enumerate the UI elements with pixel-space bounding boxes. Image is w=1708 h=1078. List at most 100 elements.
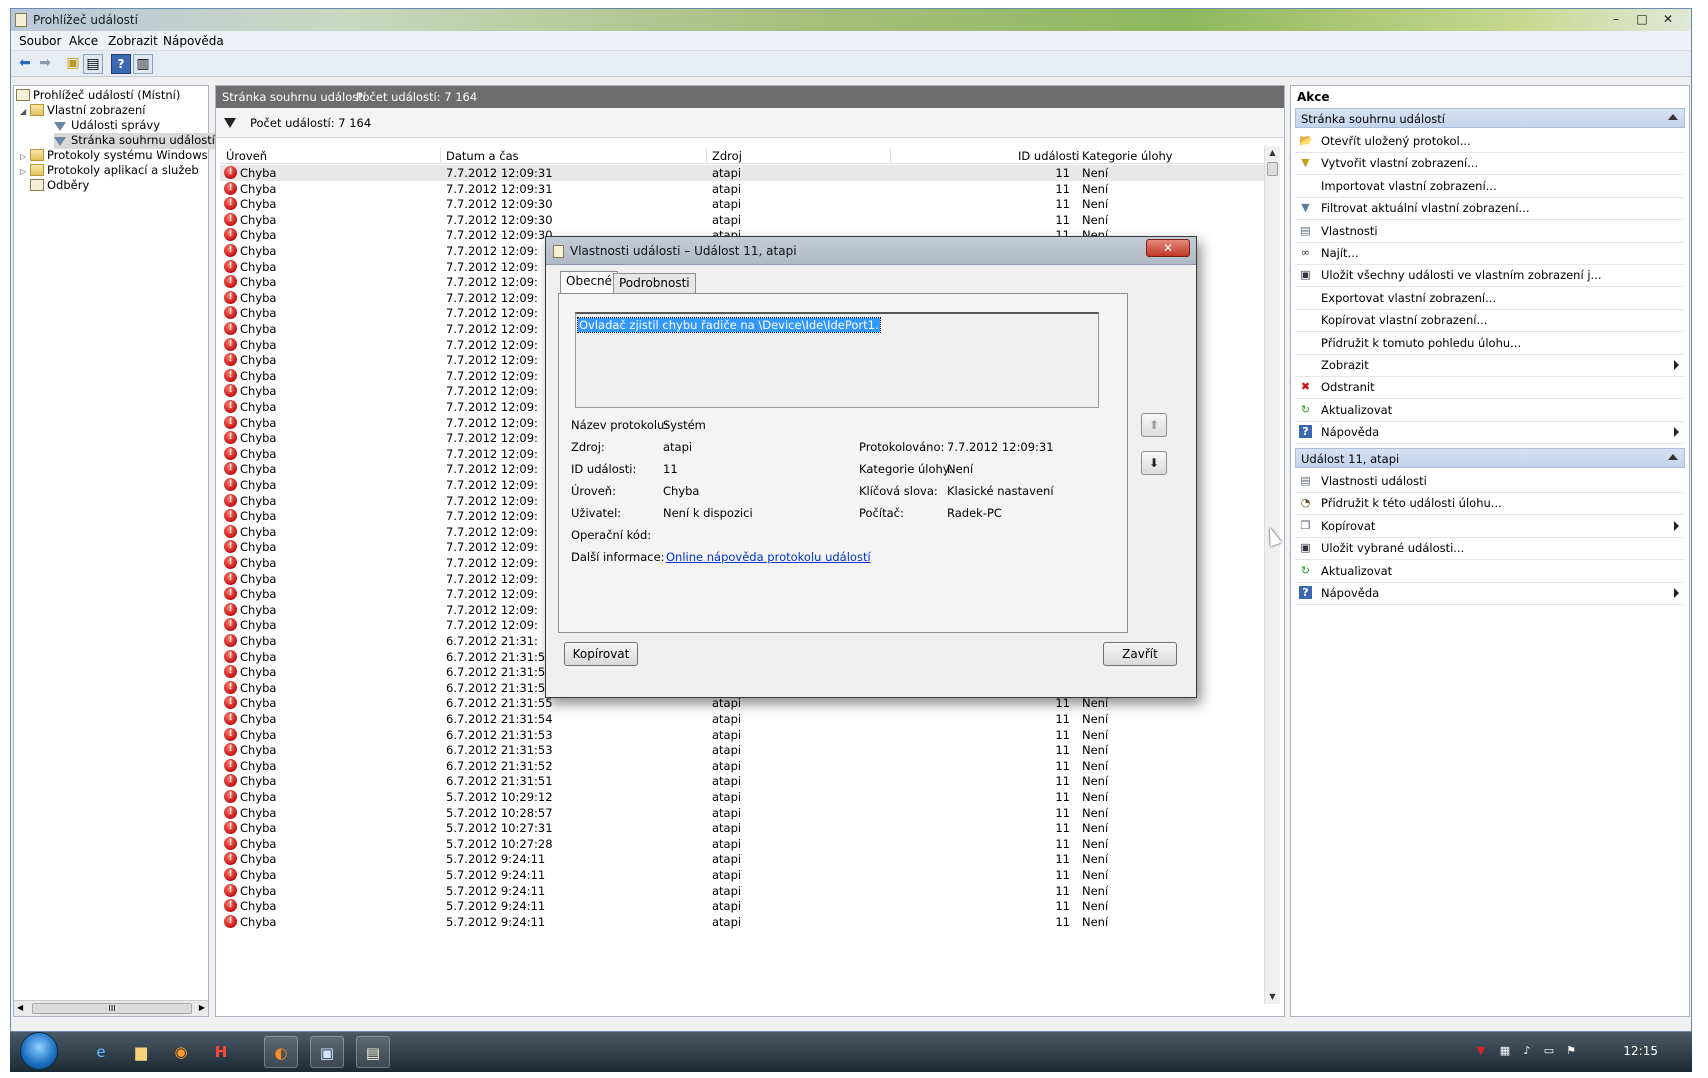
avast-icon[interactable]: ◉ bbox=[164, 1036, 198, 1068]
tree-item-subscriptions[interactable]: Odběry bbox=[30, 178, 89, 194]
action-item[interactable]: Zobrazit bbox=[1295, 354, 1685, 376]
show-hide-tree-icon[interactable]: ▤ bbox=[83, 54, 103, 74]
scroll-up-icon[interactable]: ▲ bbox=[1265, 146, 1280, 160]
collapse-caret-icon[interactable] bbox=[1668, 114, 1678, 120]
show-hide-actions-icon[interactable]: ▥ bbox=[133, 54, 153, 74]
column-level[interactable]: Úroveň bbox=[226, 149, 267, 163]
scroll-right-icon[interactable]: ▶ bbox=[199, 1003, 205, 1012]
action-item[interactable]: ↻ Aktualizovat bbox=[1295, 399, 1685, 421]
table-row[interactable]: ! Chyba 6.7.2012 21:31:53 atapi 11 Není bbox=[220, 742, 1266, 758]
tab-details[interactable]: Podrobnosti bbox=[613, 273, 696, 293]
scroll-left-icon[interactable]: ◀ bbox=[17, 1003, 23, 1012]
menu-soubor[interactable]: Soubor bbox=[19, 34, 61, 48]
remote-desktop-icon[interactable]: ▣ bbox=[310, 1036, 344, 1068]
expand-arrow-icon[interactable]: ▷ bbox=[20, 152, 30, 161]
table-row[interactable]: ! Chyba 5.7.2012 9:24:11 atapi 11 Není bbox=[220, 883, 1266, 899]
action-item[interactable]: Exportovat vlastní zobrazení... bbox=[1295, 287, 1685, 309]
help-icon[interactable]: ? bbox=[111, 54, 131, 74]
dialog-close-button[interactable]: ✕ bbox=[1146, 239, 1190, 257]
action-item[interactable]: Importovat vlastní zobrazení... bbox=[1295, 175, 1685, 197]
table-row[interactable]: ! Chyba 6.7.2012 21:31:52 atapi 11 Není bbox=[220, 758, 1266, 774]
collapse-caret-icon[interactable] bbox=[1668, 454, 1678, 460]
action-item[interactable]: ❐ Kopírovat bbox=[1295, 515, 1685, 537]
column-separator[interactable] bbox=[706, 148, 707, 162]
event-list-vertical-scrollbar[interactable]: ▲ ▼ bbox=[1264, 146, 1280, 1004]
action-item[interactable]: ▤ Vlastnosti bbox=[1295, 220, 1685, 242]
action-item[interactable]: Kopírovat vlastní zobrazení... bbox=[1295, 309, 1685, 331]
ie-icon[interactable]: e bbox=[84, 1036, 118, 1068]
action-item[interactable]: ◔ Přidružit k této události úlohu... bbox=[1295, 492, 1685, 514]
expand-arrow-icon[interactable]: ▷ bbox=[20, 167, 30, 176]
table-row[interactable]: ! Chyba 7.7.2012 12:09:31 atapi 11 Není bbox=[220, 181, 1266, 197]
copy-button[interactable]: Kopírovat bbox=[564, 642, 638, 666]
column-event-id[interactable]: ID události bbox=[1018, 149, 1079, 163]
tree-item-summary-page[interactable]: Stránka souhrnu událostí bbox=[54, 133, 217, 149]
back-icon[interactable]: ⬅ bbox=[15, 54, 35, 74]
tree-horizontal-scrollbar[interactable]: ◀ III ▶ bbox=[14, 1000, 208, 1016]
close-button[interactable]: ✕ bbox=[1655, 11, 1681, 28]
column-separator[interactable] bbox=[440, 148, 441, 162]
tree-item-admin-events[interactable]: Události správy bbox=[54, 118, 160, 134]
table-row[interactable]: ! Chyba 7.7.2012 12:09:31 atapi 11 Není bbox=[220, 165, 1266, 181]
menu-napoveda[interactable]: Nápověda bbox=[163, 34, 224, 48]
scroll-thumb[interactable] bbox=[1267, 162, 1278, 176]
start-button[interactable] bbox=[20, 1032, 58, 1070]
clock[interactable]: 12:15 bbox=[1623, 1044, 1658, 1058]
action-item[interactable]: ▣ Uložit vybrané události... bbox=[1295, 537, 1685, 559]
column-separator[interactable] bbox=[1076, 148, 1077, 162]
action-item[interactable]: ? Nápověda bbox=[1295, 582, 1685, 604]
action-item[interactable]: ∞ Najít... bbox=[1295, 242, 1685, 264]
menu-akce[interactable]: Akce bbox=[69, 34, 98, 48]
dialog-title-bar[interactable]: Vlastnosti události – Událost 11, atapi … bbox=[546, 237, 1196, 265]
action-item[interactable]: ▣ Uložit všechny události ve vlastním zob… bbox=[1295, 264, 1685, 286]
section-event[interactable]: Událost 11, atapi bbox=[1295, 448, 1685, 468]
collapse-arrow-icon[interactable]: ◢ bbox=[20, 107, 30, 116]
action-item[interactable]: ↻ Aktualizovat bbox=[1295, 560, 1685, 582]
table-row[interactable]: ! Chyba 5.7.2012 9:24:11 atapi 11 Není bbox=[220, 867, 1266, 883]
tab-general[interactable]: Obecné bbox=[560, 271, 619, 294]
table-row[interactable]: ! Chyba 5.7.2012 10:27:31 atapi 11 Není bbox=[220, 820, 1266, 836]
action-item[interactable]: ▤ Vlastnosti události bbox=[1295, 470, 1685, 492]
table-row[interactable]: ! Chyba 5.7.2012 9:24:11 atapi 11 Není bbox=[220, 898, 1266, 914]
event-description-text[interactable]: Ovladač zjistil chybu řadiče na \Device\… bbox=[577, 317, 881, 333]
scroll-thumb[interactable]: III bbox=[32, 1003, 192, 1014]
scroll-down-icon[interactable]: ▼ bbox=[1265, 990, 1280, 1004]
antivirus-tray-icon[interactable]: ▼ bbox=[1474, 1044, 1488, 1058]
table-row[interactable]: ! Chyba 5.7.2012 10:27:28 atapi 11 Není bbox=[220, 836, 1266, 852]
online-help-link[interactable]: Online nápověda protokolu událostí bbox=[666, 550, 871, 564]
action-item[interactable]: ? Nápověda bbox=[1295, 421, 1685, 443]
column-source[interactable]: Zdroj bbox=[712, 149, 742, 163]
table-row[interactable]: ! Chyba 6.7.2012 21:31:53 atapi 11 Není bbox=[220, 727, 1266, 743]
tree-item-app-logs[interactable]: ▷ Protokoly aplikací a služeb bbox=[20, 163, 199, 179]
table-row[interactable]: ! Chyba 6.7.2012 21:31:51 atapi 11 Není bbox=[220, 773, 1266, 789]
volume-tray-icon[interactable]: ♪ bbox=[1520, 1044, 1534, 1058]
minimize-button[interactable]: – bbox=[1603, 11, 1629, 28]
up-folder-icon[interactable]: ▣ bbox=[63, 54, 83, 74]
network-tray-icon[interactable]: ▦ bbox=[1498, 1044, 1512, 1058]
maximize-button[interactable]: □ bbox=[1629, 11, 1655, 28]
display-tray-icon[interactable]: ▭ bbox=[1542, 1044, 1556, 1058]
title-bar[interactable]: Prohlížeč událostí – □ ✕ bbox=[11, 9, 1691, 31]
table-row[interactable]: !Chyba 7.7.2012 12:09:30 atapi 11 Není bbox=[220, 196, 1266, 212]
next-event-arrow-icon[interactable]: ⬇ bbox=[1141, 451, 1167, 475]
table-row[interactable]: !Chyba 7.7.2012 12:09:30 atapi 11 Není bbox=[220, 212, 1266, 228]
column-task-category[interactable]: Kategorie úlohy bbox=[1082, 149, 1173, 163]
table-row[interactable]: ! Chyba 5.7.2012 9:24:11 atapi 11 Není bbox=[220, 851, 1266, 867]
action-item[interactable]: Přidružit k tomuto pohledu úlohu... bbox=[1295, 332, 1685, 354]
action-item[interactable]: ▼ Vytvořit vlastní zobrazení... bbox=[1295, 152, 1685, 174]
previous-event-arrow-icon[interactable]: ⬆ bbox=[1141, 413, 1167, 437]
event-description-box[interactable]: Ovladač zjistil chybu řadiče na \Device\… bbox=[575, 312, 1099, 408]
column-separator[interactable] bbox=[890, 148, 891, 162]
action-item[interactable]: ▼ Filtrovat aktuální vlastní zobrazení... bbox=[1295, 197, 1685, 219]
forward-icon[interactable]: ➡ bbox=[35, 54, 55, 74]
action-center-tray-icon[interactable]: ⚑ bbox=[1564, 1044, 1578, 1058]
column-date[interactable]: Datum a čas bbox=[446, 149, 519, 163]
tree-item-root[interactable]: Prohlížeč událostí (Místní) bbox=[16, 88, 180, 104]
tree-item-windows-logs[interactable]: ▷ Protokoly systému Windows bbox=[20, 148, 208, 164]
table-row[interactable]: ! Chyba 5.7.2012 10:28:57 atapi 11 Není bbox=[220, 805, 1266, 821]
tree-item-custom-views[interactable]: ◢ Vlastní zobrazení bbox=[20, 103, 146, 119]
dialog-close-text-button[interactable]: Zavřít bbox=[1103, 642, 1177, 666]
h-app-icon[interactable]: H bbox=[204, 1036, 238, 1068]
action-item[interactable]: 📂 Otevřít uložený protokol... bbox=[1295, 130, 1685, 152]
explorer-icon[interactable]: ▆ bbox=[124, 1036, 158, 1068]
